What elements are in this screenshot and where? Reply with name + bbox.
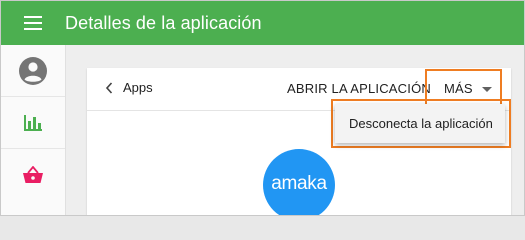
sidebar	[1, 45, 66, 215]
app-logo-text: amaka	[271, 173, 327, 194]
sidebar-item-account[interactable]	[1, 45, 65, 97]
top-app-bar: Detalles de la aplicación	[1, 1, 524, 45]
more-label: MÁS	[444, 81, 473, 96]
app-window: Detalles de la aplicación Apps ABRIR LA …	[0, 0, 525, 216]
back-label: Apps	[123, 80, 153, 95]
chevron-left-icon	[105, 81, 113, 94]
app-logo: amaka	[263, 149, 335, 215]
open-app-button[interactable]: ABRIR LA APLICACIÓN	[287, 81, 431, 96]
account-circle-icon	[19, 56, 47, 85]
bar-chart-icon	[24, 114, 42, 131]
shopping-basket-icon	[23, 166, 43, 183]
page-title: Detalles de la aplicación	[65, 12, 262, 33]
caret-down-icon	[481, 87, 492, 92]
sidebar-item-stats[interactable]	[1, 97, 65, 149]
more-dropdown-menu: Desconecta la aplicación	[335, 104, 505, 143]
back-to-apps-link[interactable]: Apps	[105, 80, 153, 95]
sidebar-item-store[interactable]	[1, 149, 65, 201]
disconnect-app-menu-item[interactable]: Desconecta la aplicación	[349, 116, 493, 131]
menu-button[interactable]	[1, 1, 65, 45]
hamburger-menu-icon	[24, 16, 42, 30]
